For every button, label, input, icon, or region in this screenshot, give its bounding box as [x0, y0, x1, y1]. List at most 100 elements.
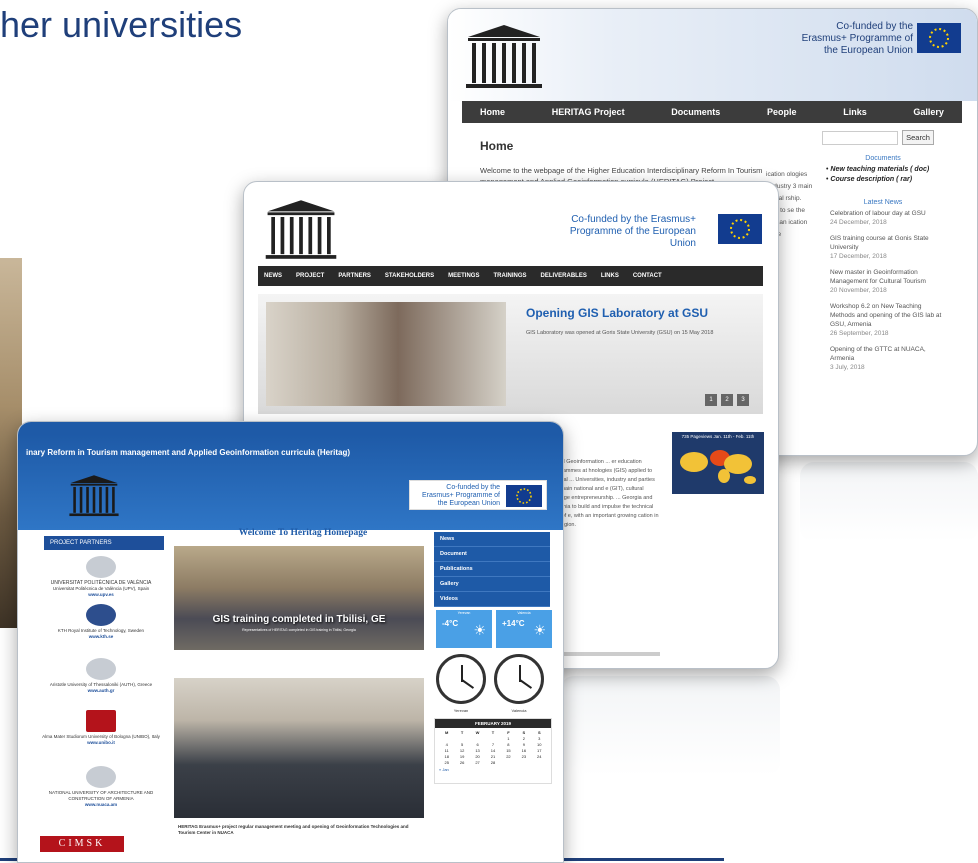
menu-videos[interactable]: Videos	[434, 592, 550, 607]
calendar-day[interactable]: 16	[516, 748, 531, 753]
news-photo-caption[interactable]: GIS training completed in Tbilisi, GE	[174, 614, 424, 625]
news-item[interactable]: Celebration of labour day at GSU 24 Decem…	[830, 209, 945, 227]
nav-project[interactable]: PROJECT	[296, 273, 324, 279]
heritag-logo	[69, 475, 119, 517]
calendar-day[interactable]: 5	[454, 742, 469, 747]
calendar-day	[439, 736, 454, 741]
news-item[interactable]: Workshop 6.2 on New Teaching Methods and…	[830, 302, 945, 338]
slider-page-3[interactable]: 3	[737, 394, 749, 406]
calendar-day[interactable]: 19	[454, 754, 469, 759]
nuaca-logo	[86, 766, 116, 788]
search-input[interactable]	[822, 131, 898, 145]
slide-subtitle: GIS Laboratory was opened at Goris State…	[526, 330, 714, 336]
document-link[interactable]: • Course description ( rar)	[826, 175, 956, 185]
calendar-day	[470, 736, 485, 741]
calendar-day[interactable]: 1	[501, 736, 516, 741]
kth-logo	[86, 604, 116, 626]
calendar-day[interactable]: 12	[454, 748, 469, 753]
calendar-day[interactable]: 8	[501, 742, 516, 747]
nav-partners[interactable]: PARTNERS	[338, 273, 371, 279]
calendar-day[interactable]: 20	[470, 754, 485, 759]
nav-links[interactable]: Links	[843, 107, 867, 117]
menu-document[interactable]: Document	[434, 547, 550, 562]
slide-title[interactable]: Opening GIS Laboratory at GSU	[526, 306, 708, 320]
calendar-day[interactable]: 6	[470, 742, 485, 747]
nav-contact[interactable]: CONTACT	[633, 273, 662, 279]
partner-auth[interactable]: Aristotle University of Thessaloniki (AU…	[38, 658, 164, 694]
calendar-day[interactable]: 13	[470, 748, 485, 753]
calendar-weekday: W	[475, 730, 480, 735]
calendar-day[interactable]: 25	[439, 760, 454, 765]
calendar-day[interactable]: 22	[501, 754, 516, 759]
calendar-day[interactable]: 18	[439, 754, 454, 759]
calendar-day[interactable]: 11	[439, 748, 454, 753]
heritag-logo	[265, 200, 337, 259]
nav-meetings[interactable]: MEETINGS	[448, 273, 479, 279]
search-button[interactable]: Search	[902, 130, 934, 145]
top-nav[interactable]	[18, 422, 563, 434]
nav-stakeholders[interactable]: STAKEHOLDERS	[385, 273, 434, 279]
calendar-day[interactable]: 28	[485, 760, 500, 765]
calendar-day[interactable]: 10	[532, 742, 547, 747]
menu-publications[interactable]: Publications	[434, 562, 550, 577]
menu-gallery[interactable]: Gallery	[434, 577, 550, 592]
nav-gallery[interactable]: Gallery	[913, 107, 944, 117]
featured-slider[interactable]: Opening GIS Laboratory at GSU GIS Labora…	[258, 294, 763, 414]
calendar-day[interactable]: 3	[532, 736, 547, 741]
menu-news[interactable]: News	[434, 532, 550, 547]
calendar-day[interactable]: 27	[470, 760, 485, 765]
clock-label: Yerevan	[453, 708, 469, 713]
partner-kth[interactable]: KTH Royal Institute of Technology, Swede…	[38, 604, 164, 640]
calendar-day	[454, 736, 469, 741]
calendar-day	[532, 760, 547, 765]
calendar-day[interactable]: 4	[439, 742, 454, 747]
news-item[interactable]: Opening of the GTTC at NUACA, Armenia 3 J…	[830, 345, 945, 372]
nav-people[interactable]: People	[767, 107, 797, 117]
calendar-day[interactable]: 23	[516, 754, 531, 759]
calendar-day[interactable]: 2	[516, 736, 531, 741]
news-photo-tbilisi[interactable]	[174, 546, 424, 650]
nav-news[interactable]: NEWS	[264, 273, 282, 279]
calendar-day[interactable]: 26	[454, 760, 469, 765]
news-item[interactable]: GIS training course at Gonis State Unive…	[830, 234, 945, 261]
calendar-day[interactable]: 7	[485, 742, 500, 747]
nav-home[interactable]: Home	[480, 107, 505, 117]
slide-title: her universities	[0, 4, 243, 45]
news-item[interactable]: New master in Geoinformation Management …	[830, 268, 945, 295]
calendar-day[interactable]: 21	[485, 754, 500, 759]
nav-deliverables[interactable]: DELIVERABLES	[540, 273, 586, 279]
visitor-map	[672, 432, 764, 494]
news-photo-caption[interactable]: HERITAG Erasmus+ project regular managem…	[178, 824, 418, 836]
slider-page-1[interactable]: 1	[705, 394, 717, 406]
slider-page-2[interactable]: 2	[721, 394, 733, 406]
partner-unibo[interactable]: Alma Mater Studiorum University of Bolog…	[38, 710, 164, 746]
calendar-day[interactable]: 17	[532, 748, 547, 753]
calendar-day[interactable]: 15	[501, 748, 516, 753]
homepage-title: Welcome To Heritag Homepage	[238, 528, 368, 538]
world-map-icon	[680, 450, 756, 484]
cofunded-text: Co-funded by the Erasmus+ Programme of t…	[801, 21, 913, 56]
calendar-day[interactable]: 24	[532, 754, 547, 759]
documents-heading: Documents	[865, 155, 901, 162]
calendar-day[interactable]: 14	[485, 748, 500, 753]
calendar-day	[485, 736, 500, 741]
calendar-prev-link[interactable]: « Jan	[435, 767, 551, 772]
main-nav: Home HERITAG Project Documents People Li…	[462, 101, 962, 123]
partner-nuaca[interactable]: NATIONAL UNIVERSITY OF ARCHITECTURE AND …	[38, 766, 164, 808]
document-link[interactable]: • New teaching materials ( doc)	[826, 165, 956, 175]
reflection-middle	[560, 676, 780, 776]
cofunded-text: Co-funded by the Erasmus+ Programme of t…	[569, 214, 696, 249]
clock-icon	[494, 654, 544, 704]
nav-project[interactable]: HERITAG Project	[552, 107, 625, 117]
news-photo-nuaca[interactable]	[174, 678, 424, 818]
eu-flag-icon	[718, 214, 762, 244]
nav-links[interactable]: LINKS	[601, 273, 619, 279]
divider	[550, 652, 660, 656]
calendar-day[interactable]: 9	[516, 742, 531, 747]
calendar-weekday: T	[460, 730, 464, 735]
slide-photo	[266, 302, 506, 406]
nav-documents[interactable]: Documents	[671, 107, 720, 117]
cimsk-logo[interactable]: CIMSK	[40, 836, 124, 852]
nav-trainings[interactable]: TRAININGS	[493, 273, 526, 279]
partner-upv[interactable]: UNIVERSITAT POLITÈCNICA DE VALÈNCIA Univ…	[38, 556, 164, 598]
